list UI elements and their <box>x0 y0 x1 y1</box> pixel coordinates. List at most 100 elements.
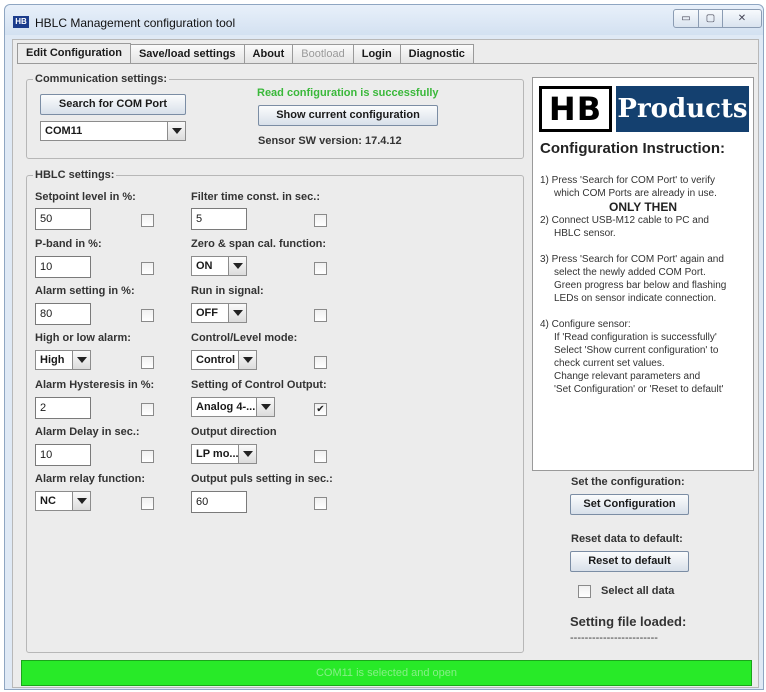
zero-span-cal-select[interactable]: ON <box>191 256 247 276</box>
alarm-hysteresis-label: Alarm Hysteresis in %: <box>35 379 155 391</box>
set-configuration-button[interactable]: Set Configuration <box>570 494 689 515</box>
com-port-select[interactable]: COM11 <box>40 121 186 141</box>
hblc-settings-legend: HBLC settings: <box>33 169 117 181</box>
tab-diagnostic[interactable]: Diagnostic <box>399 44 474 64</box>
tab-save-load-settings[interactable]: Save/load settings <box>129 44 245 64</box>
output-direction-select[interactable]: LP mo... <box>191 444 257 464</box>
output-direction-value: LP mo... <box>196 448 239 460</box>
select-all-data-checkbox[interactable] <box>578 585 591 598</box>
setpoint-level-label: Setpoint level in %: <box>35 191 136 203</box>
control-level-mode-select[interactable]: Control <box>191 350 257 370</box>
configuration-instruction-panel: HB Products Configuration Instruction: 1… <box>532 77 754 471</box>
sensor-sw-version: Sensor SW version: 17.4.12 <box>258 135 402 147</box>
reset-to-default-button[interactable]: Reset to default <box>570 551 689 572</box>
zero-span-cal-label: Zero & span cal. function: <box>191 238 327 250</box>
control-level-mode-label: Control/Level mode: <box>191 332 298 344</box>
instruction-step3-line4: LEDs on sensor indicate connection. <box>554 293 717 304</box>
chevron-down-icon[interactable] <box>167 122 185 140</box>
high-low-alarm-label: High or low alarm: <box>35 332 131 344</box>
setpoint-level-checkbox[interactable] <box>141 214 154 227</box>
alarm-delay-label: Alarm Delay in sec.: <box>35 426 140 438</box>
alarm-delay-input[interactable]: 10 <box>35 444 91 466</box>
control-level-mode-value: Control <box>196 354 236 366</box>
output-direction-checkbox[interactable] <box>314 450 327 463</box>
reset-to-default-label: Reset data to default: <box>571 533 683 545</box>
alarm-hysteresis-input[interactable]: 2 <box>35 397 91 419</box>
window-title: HBLC Management configuration tool <box>35 16 236 30</box>
minimize-button[interactable]: ▭ <box>673 9 699 28</box>
tab-bootload: Bootload <box>292 44 354 64</box>
control-output-select[interactable]: Analog 4-... <box>191 397 275 417</box>
chevron-down-icon[interactable] <box>238 445 256 463</box>
tab-bar: Edit Configuration Save/load settings Ab… <box>17 43 474 64</box>
setpoint-level-input[interactable]: 50 <box>35 208 91 230</box>
communication-settings-legend: Communication settings: <box>33 73 170 85</box>
alarm-setting-checkbox[interactable] <box>141 309 154 322</box>
chevron-down-icon[interactable] <box>228 257 246 275</box>
tab-login[interactable]: Login <box>352 44 401 64</box>
alarm-setting-label: Alarm setting in %: <box>35 285 135 297</box>
tab-divider <box>17 63 757 64</box>
alarm-setting-input[interactable]: 80 <box>35 303 91 325</box>
title-bar[interactable]: HB HBLC Management configuration tool ▭ … <box>5 5 763 35</box>
control-level-mode-checkbox[interactable] <box>314 356 327 369</box>
instruction-step4-line3: Select 'Show current configuration' to <box>554 345 719 356</box>
app-window: HB HBLC Management configuration tool ▭ … <box>4 4 764 690</box>
instruction-step4-line2: If 'Read configuration is successfully' <box>554 332 717 343</box>
high-low-alarm-select[interactable]: High <box>35 350 91 370</box>
output-puls-setting-input[interactable]: 60 <box>191 491 247 513</box>
chevron-down-icon[interactable] <box>238 351 256 369</box>
output-direction-label: Output direction <box>191 426 277 438</box>
instruction-step1-line2: which COM Ports are already in use. <box>554 188 717 199</box>
p-band-label: P-band in %: <box>35 238 102 250</box>
alarm-relay-function-value: NC <box>40 495 56 507</box>
app-icon: HB <box>13 16 29 28</box>
chevron-down-icon[interactable] <box>256 398 274 416</box>
filter-time-const-checkbox[interactable] <box>314 214 327 227</box>
communication-settings-group: Communication settings: Search for COM P… <box>26 73 524 159</box>
run-in-signal-label: Run in signal: <box>191 285 264 297</box>
client-area: Edit Configuration Save/load settings Ab… <box>12 39 759 688</box>
alarm-hysteresis-checkbox[interactable] <box>141 403 154 416</box>
setting-file-loaded-label: Setting file loaded: <box>570 614 687 629</box>
high-low-alarm-checkbox[interactable] <box>141 356 154 369</box>
hblc-settings-group: HBLC settings: Setpoint level in %: 50 P… <box>26 169 524 653</box>
control-output-label: Setting of Control Output: <box>191 379 327 391</box>
tab-edit-configuration[interactable]: Edit Configuration <box>17 43 131 64</box>
filter-time-const-label: Filter time const. in sec.: <box>191 191 320 203</box>
control-output-checkbox[interactable]: ✔ <box>314 403 327 416</box>
hb-logo: HB <box>539 86 612 132</box>
connection-status-bar: COM11 is selected and open <box>21 660 752 686</box>
select-all-data-label: Select all data <box>601 585 675 597</box>
alarm-relay-function-select[interactable]: NC <box>35 491 91 511</box>
setting-file-loaded-value: ------------------------ <box>570 632 658 644</box>
read-status-message: Read configuration is successfully <box>257 87 439 99</box>
alarm-relay-function-checkbox[interactable] <box>141 497 154 510</box>
instruction-step4-line5: Change relevant parameters and <box>554 371 701 382</box>
chevron-down-icon[interactable] <box>228 304 246 322</box>
close-button[interactable]: ✕ <box>722 9 762 28</box>
run-in-signal-checkbox[interactable] <box>314 309 327 322</box>
filter-time-const-input[interactable]: 5 <box>191 208 247 230</box>
p-band-input[interactable]: 10 <box>35 256 91 278</box>
zero-span-cal-checkbox[interactable] <box>314 262 327 275</box>
p-band-checkbox[interactable] <box>141 262 154 275</box>
alarm-relay-function-label: Alarm relay function: <box>35 473 146 485</box>
search-com-port-button[interactable]: Search for COM Port <box>40 94 186 115</box>
maximize-button[interactable]: ▢ <box>698 9 723 28</box>
output-puls-setting-checkbox[interactable] <box>314 497 327 510</box>
show-current-configuration-button[interactable]: Show current configuration <box>258 105 438 126</box>
products-logo: Products <box>616 86 749 132</box>
chevron-down-icon[interactable] <box>72 351 90 369</box>
chevron-down-icon[interactable] <box>72 492 90 510</box>
tab-about[interactable]: About <box>243 44 294 64</box>
instruction-only-then: ONLY THEN <box>609 200 678 214</box>
run-in-signal-select[interactable]: OFF <box>191 303 247 323</box>
instruction-step4-line4: check current set values. <box>554 358 665 369</box>
zero-span-cal-value: ON <box>196 260 213 272</box>
instruction-step2-line1: 2) Connect USB-M12 cable to PC and <box>540 215 709 226</box>
instruction-step2-line2: HBLC sensor. <box>554 228 616 239</box>
alarm-delay-checkbox[interactable] <box>141 450 154 463</box>
instruction-step4-line1: 4) Configure sensor: <box>540 319 631 330</box>
high-low-alarm-value: High <box>40 354 65 366</box>
